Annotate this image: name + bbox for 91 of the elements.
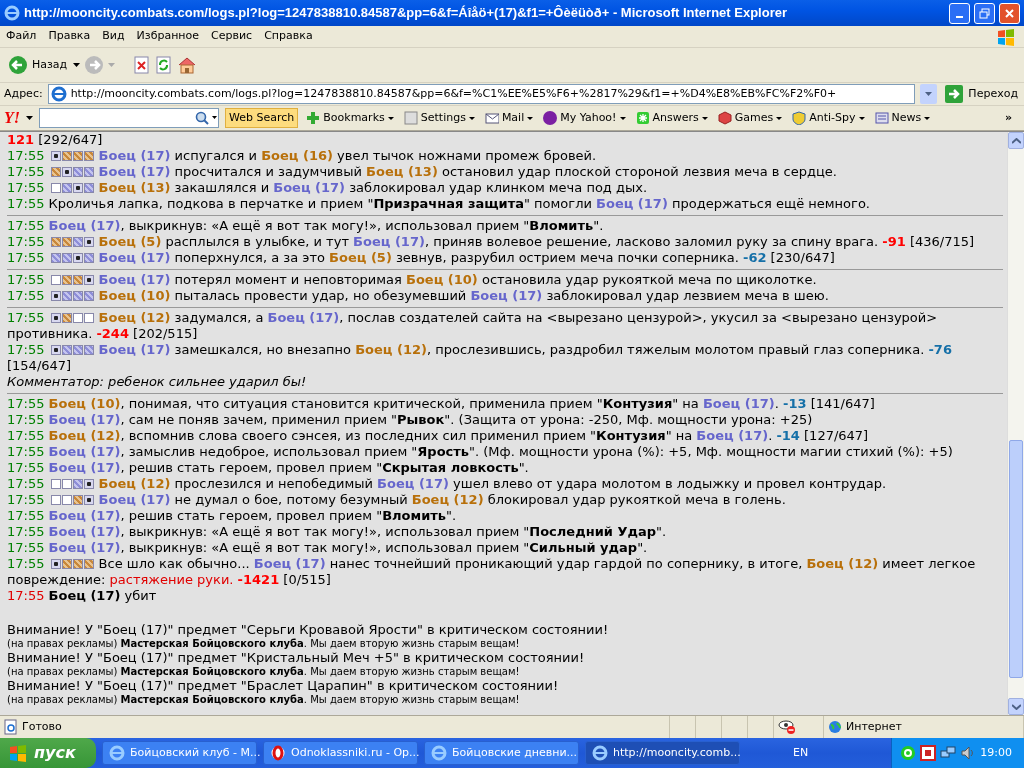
browser-icon xyxy=(50,86,67,102)
warning-text: Внимание! У "Боец (17)" предмет "Серьги Кровавой Ярости" в критическом состоянии! xyxy=(7,622,610,638)
address-field[interactable]: http://mooncity.combats.com/logs.pl?log=1247838810.84587&pp=6&f=%C1%EE%E5%F6+%2817%29&f1=+%D4%E8%EB%FC%F2%F0+ xyxy=(47,84,916,104)
toolbar-menu-button[interactable]: My Yahoo! xyxy=(541,109,628,127)
circle-icon xyxy=(543,111,558,125)
caret-icon[interactable] xyxy=(26,116,33,120)
home-icon[interactable] xyxy=(177,56,198,74)
warning-text: Внимание! У "Боец (17)" предмет "Кристальный Меч +5" в критическом состоянии! xyxy=(7,650,586,666)
window-title: http://mooncity.combats.com/logs.pl?log=1247838810.84587&pp=6&f=Áîåö+(17)&f1=+Ôèëüòð+ - Microsoft Internet Explorer xyxy=(24,4,788,23)
log-entry: 17:55 Боец (17), решив стать героем, провел прием "Скрытая ловкость". xyxy=(7,460,530,476)
toolbar-menu-button[interactable]: Games xyxy=(715,109,785,127)
log-entry: 17:55 Кроличья лапка, подкова в перчатке и прием "Призрачная защита" помогли Боец (17) продержаться ещё немного. xyxy=(7,196,871,212)
stop-icon[interactable] xyxy=(133,56,152,74)
language-indicator[interactable]: EN xyxy=(793,744,809,762)
log-entry: 17:55 Боец (13) закашлялся и Боец (17) заблокировал удар клинком меча под дых. xyxy=(7,180,649,196)
clock-text: 19:00 xyxy=(980,744,1012,761)
log-entry: 17:55 Боец (12) прослезился и непобедимый Боец (17) ушел влево от удара молотом в лодыжку и провел контрудар. xyxy=(7,476,888,492)
news-icon xyxy=(874,111,889,125)
menu-item[interactable]: Правка xyxy=(42,28,97,45)
privacy-icon xyxy=(778,719,796,735)
warning-text: Внимание! У "Боец (17)" предмет "Браслет Царапин" в критическом состоянии! xyxy=(7,678,560,694)
close-button[interactable] xyxy=(999,2,1020,24)
ad-text: (на правах рекламы) Мастерская Бойцовского клуба. Мы даем вторую жизнь старым вещам! xyxy=(7,694,521,706)
log-entry: 17:55 Боец (17) поперхнулся, а за это Боец (5) зевнув, разрубил острием меча почки соперника. -62 [230/647] xyxy=(7,250,836,266)
scroll-down-icon xyxy=(1011,703,1021,710)
ad-text: (на правах рекламы) Мастерская Бойцовского клуба. Мы даем вторую жизнь старым вещам! xyxy=(7,638,521,650)
log-entry: 17:55 Боец (10), понимая, что ситуация становится критической, применила прием "Контузия" на Боец (17). -13 [141/647] xyxy=(7,396,876,412)
toolbar-menu-button[interactable]: Anti-Spy xyxy=(790,109,867,127)
log-entry: 17:55 Боец (17), сам не поняв зачем, применил прием "Рывок". (Защита от урона: -250, Мф. мощности урона: +25) xyxy=(7,412,814,428)
log-entry: 17:55 Боец (17), выкрикнув: «А ещё я вот так могу!», использовал прием "Последний Удар". xyxy=(7,524,668,540)
browser-icon xyxy=(592,745,608,761)
log-entry: 17:55 Боец (17) потерял момент и неповторимая Боец (10) остановила удар рукояткой меча по щиколотке. xyxy=(7,272,818,288)
log-entry: 17:55 Боец (12), вспомнив слова своего сэнсея, из последних сил применил прием "Контузия" на Боец (17). -14 [127/647] xyxy=(7,428,870,444)
ring-icon xyxy=(270,745,286,761)
web-search-button[interactable]: Web Search xyxy=(225,107,299,129)
globe-icon xyxy=(828,720,842,734)
scroll-up-icon xyxy=(1011,137,1021,144)
more-button[interactable]: » xyxy=(1004,109,1012,127)
close-icon xyxy=(1004,7,1015,19)
yahoo-logo[interactable]: Y! xyxy=(4,106,20,130)
log-entry: 17:55 Боец (17) просчитался и задумчивый Боец (13) остановил удар плоской стороной лезвия меча в сердце. xyxy=(7,164,838,180)
log-entry: 17:55 Боец (17), выкрикнув: «А ещё я вот так могу!», использовал прием "Сильный удар". xyxy=(7,540,649,556)
log-entry: 17:55 Боец (17) испугался и Боец (16) увел тычок ножнами промеж бровей. xyxy=(7,148,598,164)
browser-icon xyxy=(431,745,447,761)
back-button[interactable]: Назад xyxy=(6,53,70,77)
browser-icon xyxy=(109,745,125,761)
refresh-icon[interactable] xyxy=(155,56,174,74)
network-icon[interactable] xyxy=(940,745,957,761)
minimize-icon xyxy=(956,15,963,18)
log-entry: 17:55 Боец (17) замешкался, но внезапно Боец (12), прослезившись, раздробил тяжелым молотом правый глаз соперника. -76 [154/647] xyxy=(7,342,953,374)
dropdown-icon[interactable] xyxy=(920,84,938,104)
menu-item[interactable]: Файл xyxy=(0,28,43,45)
restore-icon xyxy=(979,7,990,19)
zone-text: Интернет xyxy=(846,718,902,735)
windows-flag-icon xyxy=(8,744,28,762)
menu-item[interactable]: Сервис xyxy=(205,28,259,45)
toolbar-menu-button[interactable]: News xyxy=(872,109,933,127)
log-entry: 17:55 Боец (17) не думал о бое, потому безумный Боец (12) блокировал удар рукояткой меча в голень. xyxy=(7,492,787,508)
taskbar-button[interactable]: Odnoklassniki.ru - Op... xyxy=(263,741,418,765)
page-icon xyxy=(4,719,18,735)
minimize-button[interactable] xyxy=(949,2,970,24)
log-entry: 17:55 Боец (17), выкрикнув: «А ещё я вот так могу!», использовал прием "Вломить". xyxy=(7,218,605,234)
log-entry: 17:55 Боец (17), замыслив недоброе, использовал прием "Ярость". (Мф. мощности урона (%): +5, Мф. мощности магии стихий (%): +5) xyxy=(7,444,954,460)
log-entry: 121 [292/647] xyxy=(7,132,104,148)
caret-icon[interactable] xyxy=(73,63,81,67)
search-icon xyxy=(194,110,218,126)
status-text: Готово xyxy=(22,718,62,735)
menu-item[interactable]: Избранное xyxy=(130,28,206,45)
log-entry: 17:55 Боец (5) расплылся в улыбке, и тут Боец (17), приняв волевое решение, ласково заломил руку за спину врага. -91 [436/715] xyxy=(7,234,976,250)
log-entry: 17:55 Боец (10) пыталась провести удар, но обезумевший Боец (17) заблокировал удар лезвием меча в шею. xyxy=(7,288,830,304)
menu-item[interactable]: Справка xyxy=(258,28,319,45)
restore-button[interactable] xyxy=(974,2,995,24)
scrollbar[interactable] xyxy=(1007,132,1024,715)
shield-icon xyxy=(792,111,807,125)
log-entry: 17:55 Боец (17), решив стать героем, провел прием "Вломить". xyxy=(7,508,458,524)
menu-item[interactable]: Вид xyxy=(96,28,131,45)
go-button[interactable]: Переход xyxy=(942,82,1020,106)
bookmark-plus-icon xyxy=(306,111,321,125)
taskbar-button[interactable]: Бойцовские дневни... xyxy=(424,741,579,765)
address-label: Адрес: xyxy=(4,85,43,102)
toolbar-menu-button[interactable]: Bookmarks xyxy=(304,109,396,127)
toolbar-menu-button[interactable]: Answers xyxy=(633,109,710,127)
commentator-text: Комментатор: ребенок сильнее ударил бы! xyxy=(7,374,307,389)
toolbar-menu-button[interactable]: Mail xyxy=(482,109,536,127)
taskbar-button[interactable]: http://mooncity.comb... xyxy=(585,741,740,765)
search-field[interactable] xyxy=(39,108,219,128)
log-entry: 17:55 Боец (17) убит xyxy=(7,588,158,604)
browser-icon xyxy=(4,5,20,21)
toolbar-menu-button[interactable]: Settings xyxy=(401,109,477,127)
ad-text: (на правах рекламы) Мастерская Бойцовского клуба. Мы даем вторую жизнь старым вещам! xyxy=(7,666,521,678)
mail-icon xyxy=(484,111,499,125)
